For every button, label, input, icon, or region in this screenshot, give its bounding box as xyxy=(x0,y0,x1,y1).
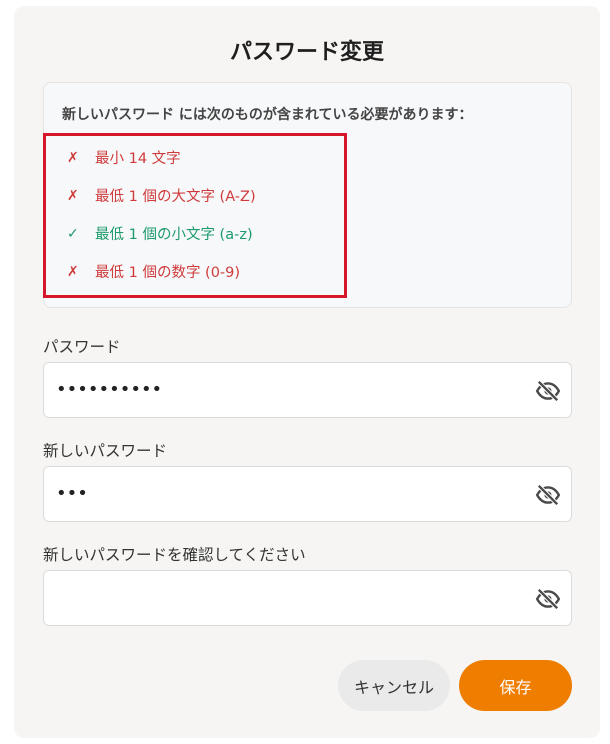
eye-off-icon[interactable] xyxy=(535,586,561,612)
confirm-password-field[interactable] xyxy=(43,570,572,626)
confirm-password-label: 新しいパスワードを確認してください xyxy=(43,546,306,564)
requirements-heading: 新しいパスワード には次のものが含まれている必要があります： xyxy=(62,107,473,123)
requirement-digit: ✗ 最低 1 個の数字 (0-9) xyxy=(64,261,240,282)
requirement-label: 最小 14 文字 xyxy=(95,151,181,167)
new-password-field[interactable]: ••• xyxy=(43,466,572,522)
current-password-label: パスワード xyxy=(43,338,121,356)
cross-icon: ✗ xyxy=(67,187,79,204)
dialog-title: パスワード変更 xyxy=(229,40,384,65)
password-change-dialog: パスワード変更 新しいパスワード には次のものが含まれている必要があります： ✗… xyxy=(14,6,600,738)
requirement-uppercase: ✗ 最低 1 個の大文字 (A-Z) xyxy=(64,185,256,206)
new-password-label: 新しいパスワード xyxy=(43,442,168,460)
requirement-min-length: ✗ 最小 14 文字 xyxy=(64,147,181,168)
requirement-label: 最低 1 個の数字 (0-9) xyxy=(95,265,241,281)
current-password-field[interactable]: •••••••••• xyxy=(43,362,572,418)
current-password-value: •••••••••• xyxy=(56,379,163,400)
requirement-label: 最低 1 個の大文字 (A-Z) xyxy=(95,189,256,205)
cross-icon: ✗ xyxy=(67,149,79,166)
save-button[interactable]: 保存 xyxy=(459,660,572,711)
requirement-label: 最低 1 個の小文字 (a-z) xyxy=(95,227,253,243)
requirement-lowercase: ✓ 最低 1 個の小文字 (a-z) xyxy=(64,223,253,244)
cancel-button[interactable]: キャンセル xyxy=(338,660,450,711)
check-icon: ✓ xyxy=(67,225,79,242)
cross-icon: ✗ xyxy=(67,263,79,280)
eye-off-icon[interactable] xyxy=(535,378,561,404)
eye-off-icon[interactable] xyxy=(535,482,561,508)
new-password-value: ••• xyxy=(56,483,88,504)
